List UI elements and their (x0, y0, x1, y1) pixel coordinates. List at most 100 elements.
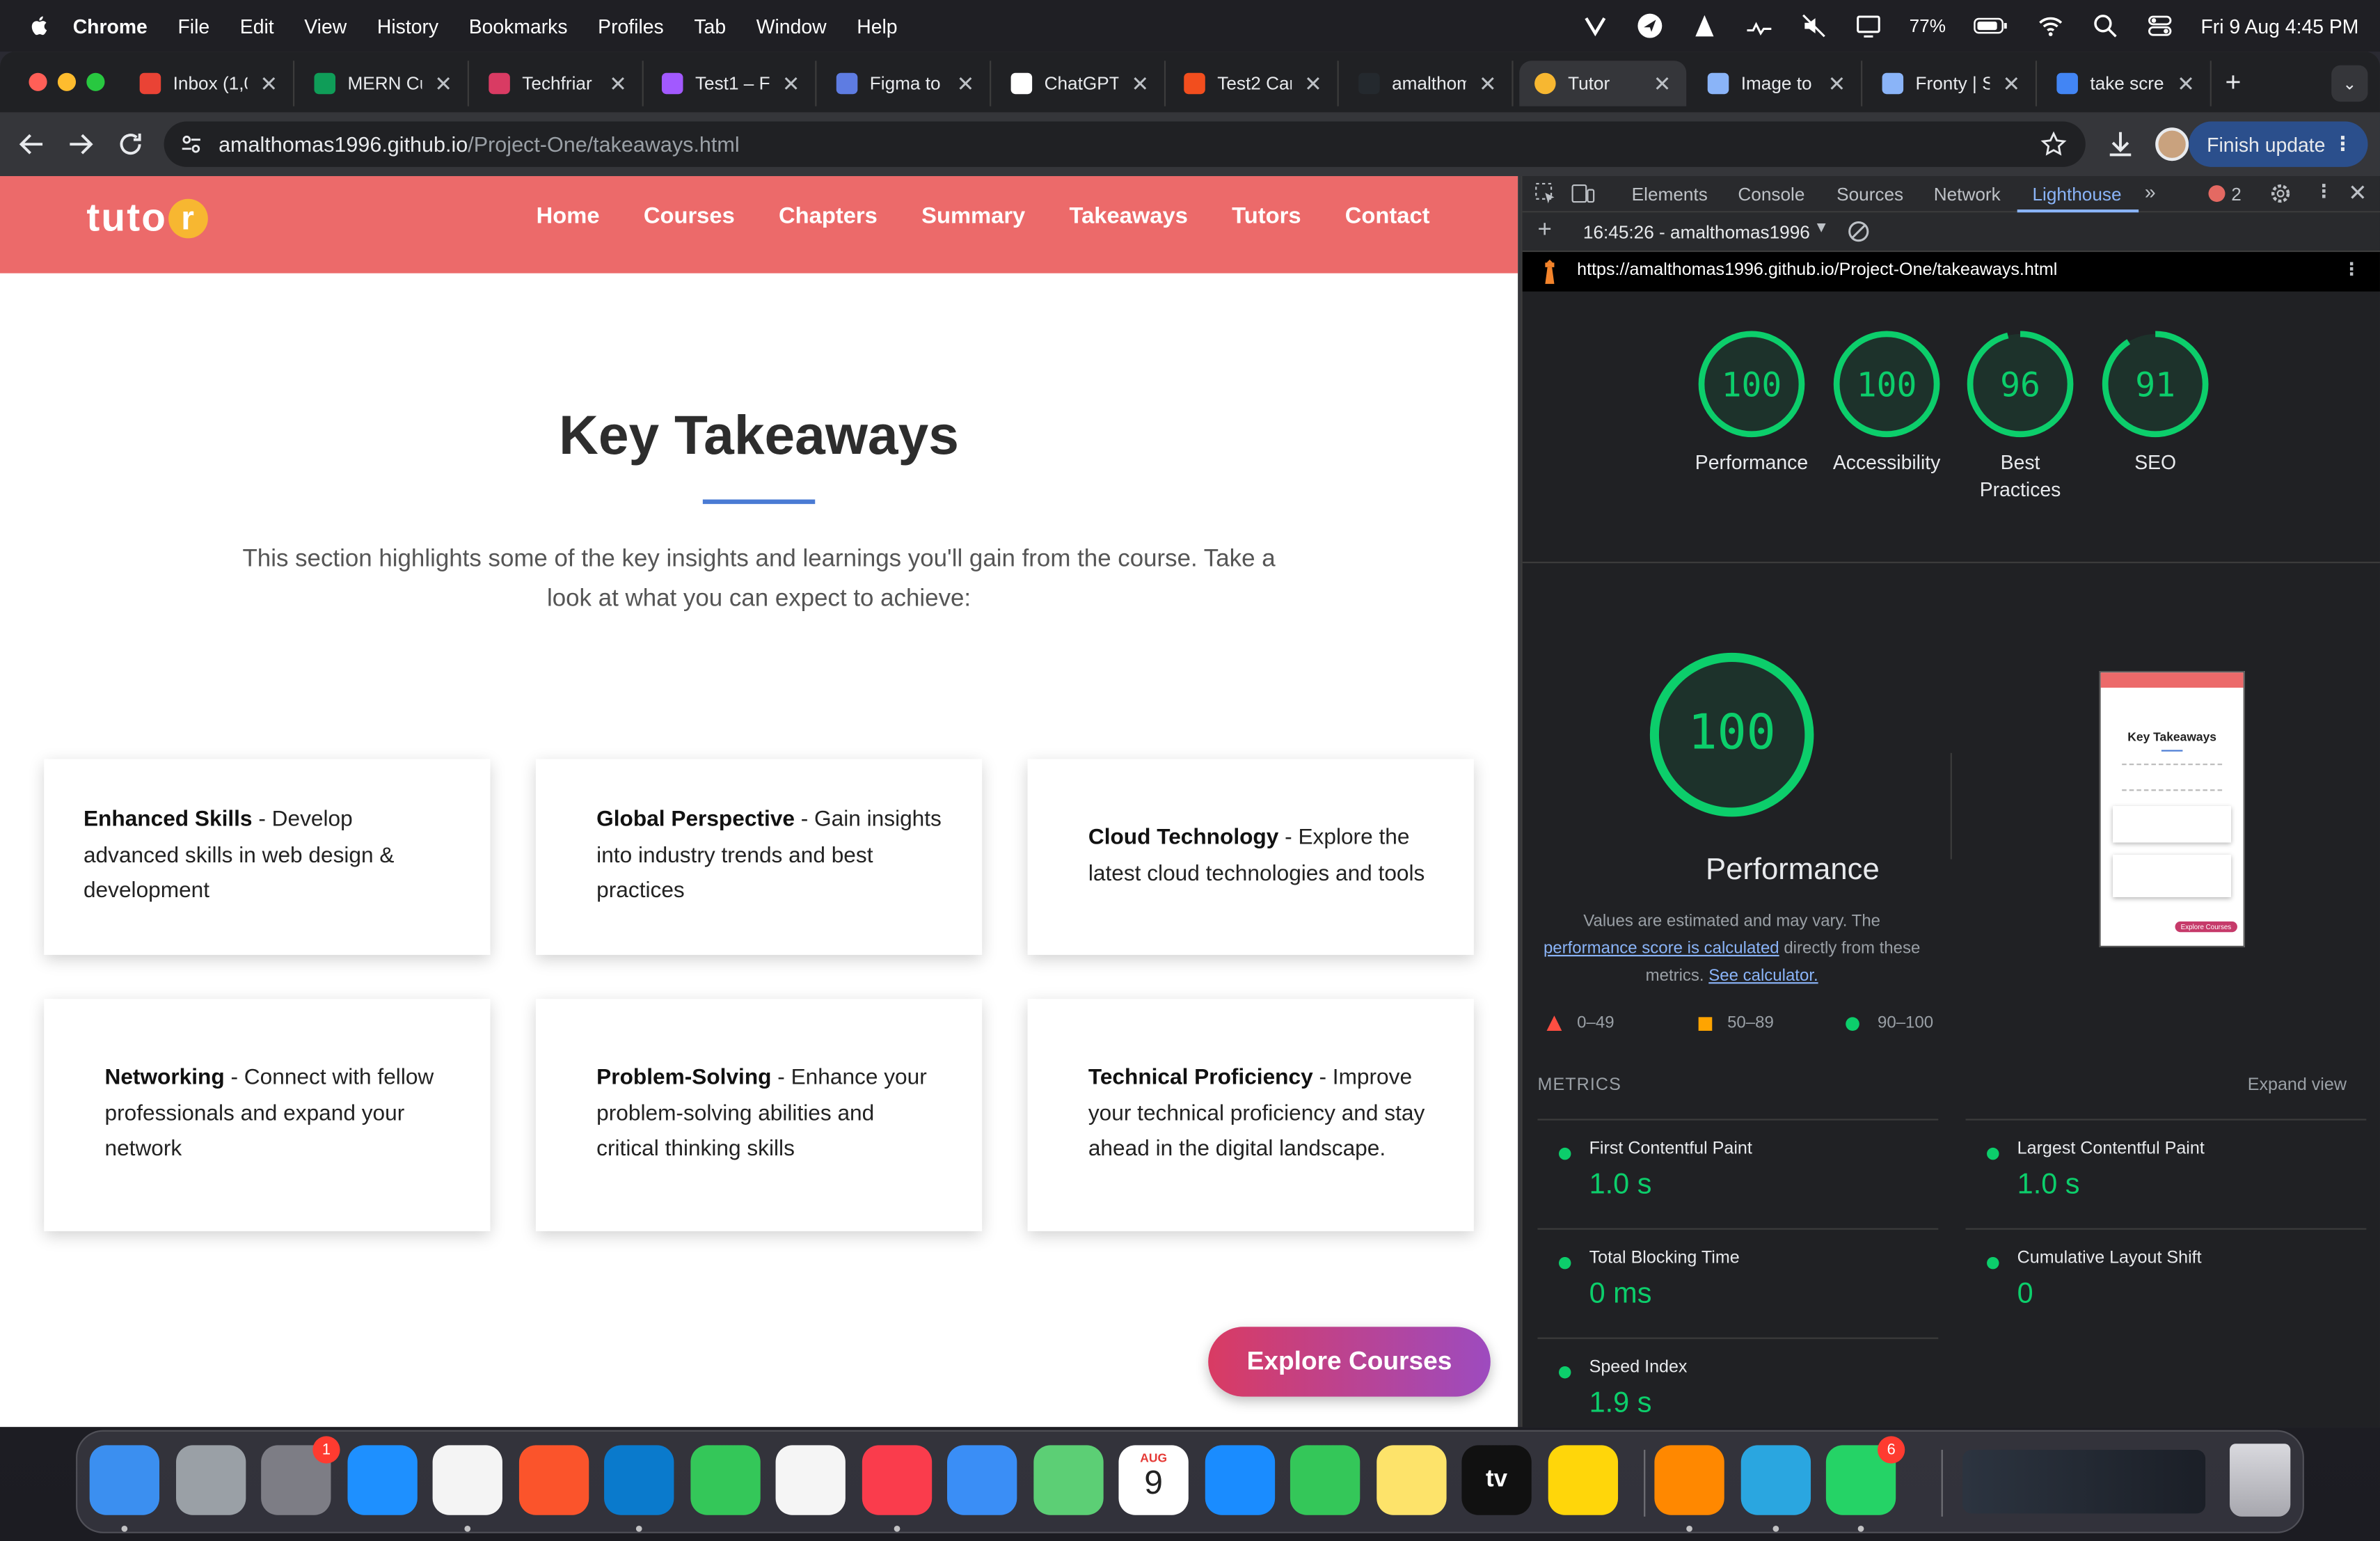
menu-tab[interactable]: Tab (694, 15, 726, 38)
mute-icon[interactable] (1800, 12, 1827, 39)
performance-score-link[interactable]: performance score is calculated (1544, 940, 1779, 958)
url-menu-icon[interactable]: ⋮ (2343, 258, 2361, 279)
close-tab-icon[interactable]: ✕ (260, 70, 278, 96)
photos-icon[interactable] (775, 1445, 846, 1515)
devtools-tab-network[interactable]: Network (1934, 184, 2001, 205)
chrome-icon[interactable] (432, 1445, 502, 1515)
close-tab-icon[interactable]: ✕ (1304, 70, 1322, 96)
see-calculator-link[interactable]: See calculator. (1708, 967, 1818, 985)
score-gauge-performance[interactable]: 100 Performance (1676, 328, 1827, 477)
control-center-icon[interactable] (2146, 12, 2173, 39)
score-gauge-seo[interactable]: 91 SEO (2079, 328, 2231, 477)
browser-tab[interactable]: Techfriar ✕ (474, 61, 644, 106)
more-menu-icon[interactable]: ⋮ (2333, 132, 2352, 157)
vlc-icon[interactable] (1654, 1445, 1724, 1515)
browser-tab[interactable]: Fronty | S ✕ (1867, 61, 2038, 106)
nav-contact[interactable]: Contact (1345, 203, 1430, 228)
download-icon[interactable] (2104, 127, 2137, 161)
error-badge-icon[interactable] (2208, 185, 2226, 203)
back-arrow-icon[interactable] (15, 127, 49, 161)
new-report-icon[interactable]: + (1537, 217, 1551, 244)
settings-gear-icon[interactable] (2269, 182, 2292, 205)
menu-view[interactable]: View (304, 15, 347, 38)
calendar-icon[interactable]: AUG 9 (1118, 1445, 1189, 1515)
expand-view-toggle[interactable]: Expand view (2248, 1076, 2347, 1094)
devtools-tab-console[interactable]: Console (1738, 184, 1804, 205)
close-devtools-icon[interactable]: ✕ (2348, 179, 2367, 207)
close-tab-icon[interactable]: ✕ (434, 70, 452, 96)
report-selector[interactable]: 16:45:26 - amalthomas1996 (1583, 221, 1810, 243)
browser-tab[interactable]: Figma to ✕ (821, 61, 992, 106)
browser-tab[interactable]: MERN Cu ✕ (299, 61, 469, 106)
apple-logo-icon[interactable] (27, 14, 51, 38)
vscode-icon[interactable] (604, 1445, 674, 1515)
battery-icon[interactable] (1973, 12, 2009, 39)
site-info-icon[interactable] (179, 132, 203, 157)
profile-avatar[interactable] (2155, 127, 2189, 161)
nav-courses[interactable]: Courses (644, 203, 735, 228)
inspect-element-icon[interactable] (1534, 182, 1557, 205)
close-tab-icon[interactable]: ✕ (1131, 70, 1149, 96)
explore-courses-button[interactable]: Explore Courses (1208, 1327, 1491, 1397)
display-icon[interactable] (1855, 12, 1882, 39)
devtools-menu-icon[interactable]: ⋮ (2315, 181, 2333, 203)
tips-icon[interactable] (1547, 1445, 1617, 1515)
safari-icon[interactable] (347, 1445, 417, 1515)
score-gauge-best-practices[interactable]: 96 Best Practices (1944, 328, 2096, 504)
spotlight-search-icon[interactable] (2091, 12, 2118, 39)
tab-search-button[interactable]: ⌄ (2331, 65, 2368, 102)
menu-edit[interactable]: Edit (240, 15, 274, 38)
page-screenshot-thumbnail[interactable]: Key Takeaways Explore Courses (2099, 671, 2245, 948)
app-store-icon[interactable] (1204, 1445, 1275, 1515)
close-window-button[interactable] (29, 72, 47, 91)
messages-icon[interactable] (690, 1445, 760, 1515)
menu-window[interactable]: Window (756, 15, 827, 38)
finish-update-button[interactable]: Finish update ⋮ (2189, 121, 2368, 167)
close-tab-icon[interactable]: ✕ (1828, 70, 1846, 96)
menu-help[interactable]: Help (857, 15, 897, 38)
menu-file[interactable]: File (177, 15, 209, 38)
menu-clock[interactable]: Fri 9 Aug 4:45 PM (2200, 15, 2358, 38)
address-bar[interactable]: amalthomas1996.github.io/Project-One/tak… (164, 121, 2086, 167)
menu-bookmarks[interactable]: Bookmarks (469, 15, 568, 38)
browser-tab[interactable]: amalthom ✕ (1343, 61, 1514, 106)
browser-tab[interactable]: Test1 – Fi ✕ (646, 61, 817, 106)
apple-tv-icon[interactable]: tv (1461, 1445, 1532, 1515)
facetime-icon[interactable] (1290, 1445, 1360, 1515)
close-tab-icon[interactable]: ✕ (1479, 70, 1497, 96)
activity-icon[interactable] (1745, 12, 1772, 39)
browser-tab[interactable]: Test2 Car ✕ (1168, 61, 1339, 106)
wifi-icon[interactable] (2037, 12, 2064, 39)
nav-tutors[interactable]: Tutors (1232, 203, 1301, 228)
brave-icon[interactable] (518, 1445, 589, 1515)
error-count[interactable]: 2 (2231, 184, 2242, 205)
notes-icon[interactable] (1376, 1445, 1446, 1515)
devtools-tab-sources[interactable]: Sources (1836, 184, 1903, 205)
score-gauge-accessibility[interactable]: 100 Accessibility (1811, 328, 1962, 477)
devtools-tab-elements[interactable]: Elements (1632, 184, 1708, 205)
finder-icon[interactable] (89, 1445, 160, 1515)
browser-tab[interactable]: Tutor ✕ (1519, 61, 1687, 106)
music-icon[interactable] (861, 1445, 932, 1515)
device-toolbar-icon[interactable] (1571, 182, 1595, 205)
report-dropdown-chevron-icon[interactable]: ▼ (1814, 220, 1829, 237)
browser-tab[interactable]: take scre ✕ (2042, 61, 2212, 106)
devtools-tab-lighthouse[interactable]: Lighthouse (2032, 184, 2121, 205)
vlc-menu-icon[interactable] (1691, 12, 1718, 39)
menu-profiles[interactable]: Profiles (598, 15, 664, 38)
clear-reports-icon[interactable] (1847, 220, 1870, 243)
close-tab-icon[interactable]: ✕ (2177, 70, 2195, 96)
forward-arrow-icon[interactable] (64, 127, 97, 161)
trash-icon[interactable] (2230, 1444, 2291, 1517)
nav-summary[interactable]: Summary (921, 203, 1025, 228)
reload-icon[interactable] (114, 127, 148, 161)
menu-app-name[interactable]: Chrome (73, 15, 148, 38)
system-settings-icon[interactable]: 1 (261, 1436, 340, 1515)
close-tab-icon[interactable]: ✕ (609, 70, 627, 96)
nav-takeaways[interactable]: Takeaways (1070, 203, 1188, 228)
mail-icon[interactable] (947, 1445, 1017, 1515)
close-tab-icon[interactable]: ✕ (1653, 70, 1672, 96)
close-tab-icon[interactable]: ✕ (957, 70, 975, 96)
whatsapp-icon[interactable]: 6 (1825, 1436, 1905, 1515)
telegram-icon[interactable] (1740, 1445, 1810, 1515)
